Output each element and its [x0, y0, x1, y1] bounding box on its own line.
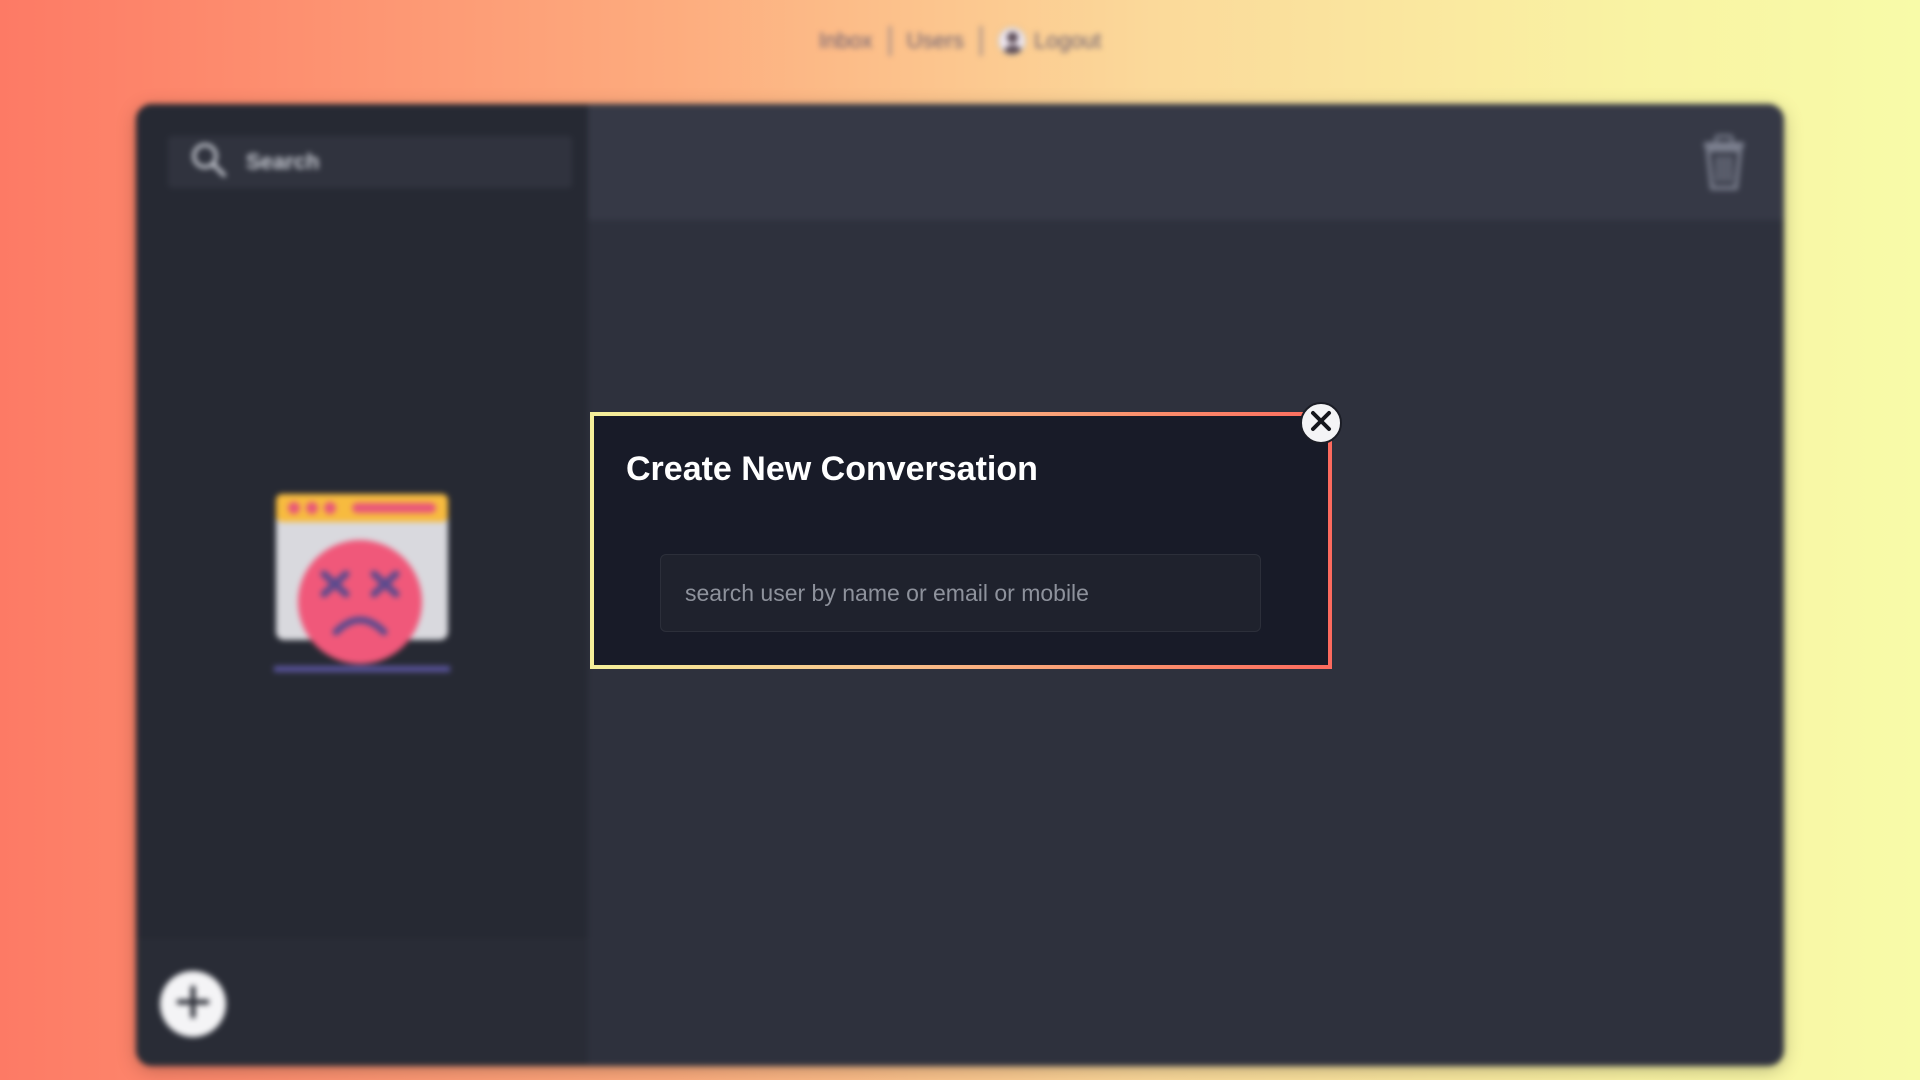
trash-icon[interactable]	[1700, 134, 1748, 195]
search-icon	[190, 141, 228, 184]
top-navigation: Inbox Users Logout	[0, 26, 1920, 56]
modal-body: Create New Conversation	[594, 416, 1328, 665]
nav-logout-link[interactable]: Logout	[982, 27, 1117, 55]
search-label: Search	[246, 149, 320, 174]
conversation-header	[588, 104, 1784, 220]
conversation-search[interactable]: Search	[168, 136, 572, 188]
nav-inbox-link[interactable]: Inbox	[803, 28, 889, 54]
sidebar-footer	[136, 936, 588, 1066]
nav-logout-label: Logout	[1033, 28, 1102, 53]
modal-close-button[interactable]	[1300, 402, 1342, 444]
avatar-icon	[997, 27, 1026, 55]
conversation-sidebar: Search	[136, 104, 588, 1066]
add-conversation-button[interactable]	[160, 971, 226, 1037]
close-icon	[1310, 410, 1332, 437]
create-conversation-modal: Create New Conversation	[590, 412, 1332, 669]
modal-title: Create New Conversation	[626, 450, 1038, 488]
sad-browser-icon	[270, 490, 454, 680]
user-search-input[interactable]	[660, 554, 1261, 632]
plus-icon	[176, 985, 210, 1024]
nav-users-link[interactable]: Users	[891, 28, 980, 54]
